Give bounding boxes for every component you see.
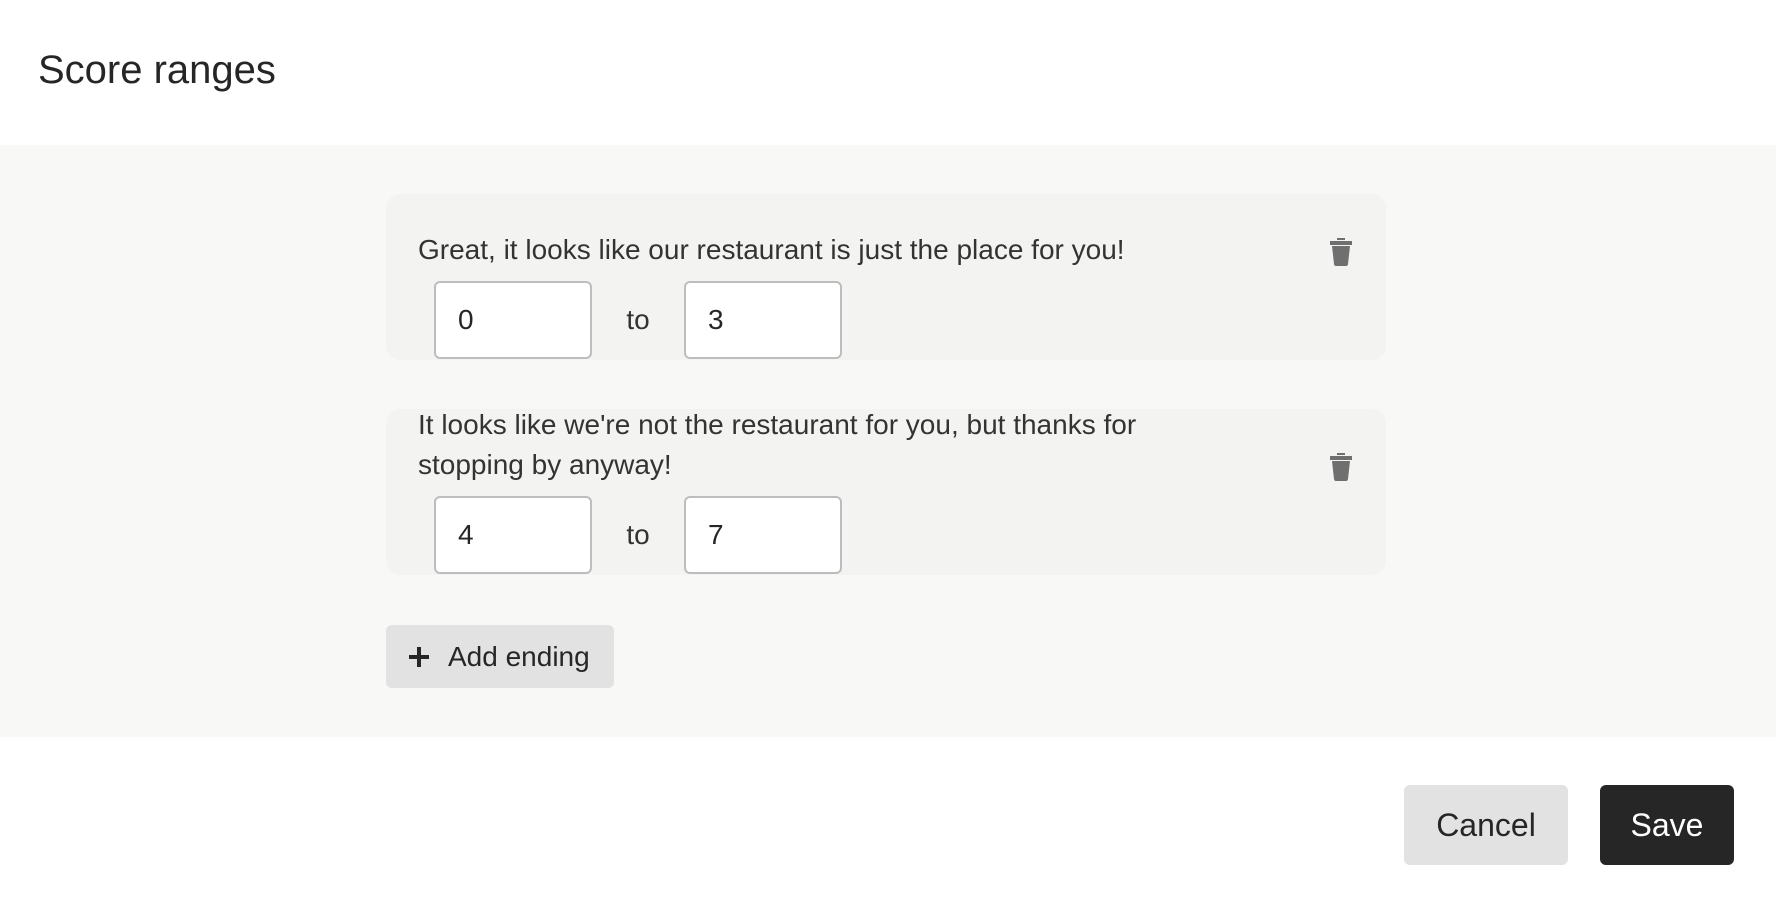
ending-card: It looks like we're not the restaurant f… (386, 409, 1386, 575)
delete-ending-button[interactable] (1326, 234, 1356, 268)
ending-message[interactable]: Great, it looks like our restaurant is j… (418, 230, 1198, 270)
range-separator-label: to (626, 519, 650, 550)
trash-icon (1330, 453, 1352, 481)
range-max-input[interactable] (684, 281, 842, 359)
range-separator-label: to (626, 304, 650, 335)
range-min-input[interactable] (434, 281, 592, 359)
dialog-footer: Cancel Save (0, 737, 1776, 898)
score-range-row: to (434, 496, 842, 574)
page-title: Score ranges (38, 48, 276, 92)
ending-card: Great, it looks like our restaurant is j… (386, 194, 1386, 360)
score-ranges-panel: Great, it looks like our restaurant is j… (0, 145, 1776, 737)
dialog-header: Score ranges (0, 0, 1776, 145)
cancel-button[interactable]: Cancel (1404, 785, 1568, 865)
trash-icon (1330, 238, 1352, 266)
range-min-input[interactable] (434, 496, 592, 574)
delete-ending-button[interactable] (1326, 449, 1356, 483)
save-button[interactable]: Save (1600, 785, 1734, 865)
score-range-row: to (434, 281, 842, 359)
add-ending-label: Add ending (448, 640, 590, 672)
range-max-input[interactable] (684, 496, 842, 574)
ending-message[interactable]: It looks like we're not the restaurant f… (418, 405, 1198, 485)
endings-list: Great, it looks like our restaurant is j… (386, 194, 1386, 624)
add-ending-button[interactable]: Add ending (386, 625, 614, 688)
plus-icon (409, 646, 429, 667)
